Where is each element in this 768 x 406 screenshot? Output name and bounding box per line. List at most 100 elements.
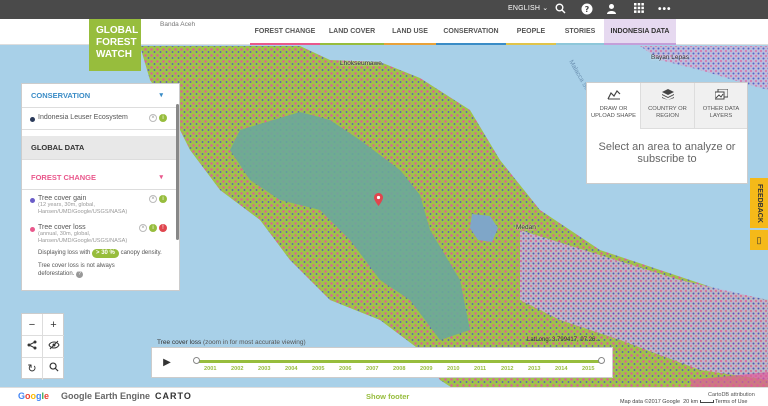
timeline-title: Tree cover loss (zoom in for most accura… [157, 339, 306, 346]
analysis-panel: DRAW OR UPLOAD SHAPE COUNTRY OR REGION O… [586, 82, 748, 184]
layers-icon [641, 88, 694, 106]
timeline-year[interactable]: 2009 [420, 366, 432, 372]
timeline-year[interactable]: 2001 [204, 366, 216, 372]
analysis-message: Select an area to analyze or subscribe t… [598, 141, 736, 165]
info-icon[interactable]: i [149, 224, 157, 232]
panel-scrollbar[interactable] [176, 104, 179, 240]
nav-label: LAND USE [392, 28, 428, 35]
nav-label: PEOPLE [516, 28, 546, 35]
draw-shape-icon [587, 88, 640, 106]
nav-conservation[interactable]: CONSERVATION [436, 19, 506, 45]
scale-bar [699, 400, 714, 404]
timeline-year[interactable]: 2008 [393, 366, 405, 372]
timeline-years: 2001 2002 2003 2004 2005 2006 2007 2008 2009 2010… [196, 366, 602, 376]
timeline-year[interactable]: 2005 [312, 366, 324, 372]
location-pin-icon[interactable] [374, 193, 383, 206]
logo-line: FOREST [96, 37, 137, 48]
timeline-year[interactable]: 2012 [501, 366, 513, 372]
footer: Google Google Earth Engine CARTO Show fo… [0, 387, 768, 406]
map-label-medan: Medan [516, 224, 536, 231]
search-icon[interactable] [43, 358, 64, 380]
nav-land-use[interactable]: LAND USE [384, 19, 436, 45]
timeline-track[interactable] [196, 360, 602, 363]
layer-leuser[interactable]: Indonesia Leuser Ecosystem × i [22, 108, 179, 130]
feedback-button[interactable]: FEEDBACK [750, 178, 768, 228]
info-icon[interactable]: i [159, 114, 167, 122]
timeline-end-handle[interactable] [598, 357, 605, 364]
search-icon[interactable] [554, 3, 567, 16]
google-logo: Google [18, 391, 50, 401]
map-label-bayan-lepas: Bayan Lepas [651, 54, 689, 61]
timeline-start-handle[interactable] [193, 357, 200, 364]
terms-link[interactable]: Terms of Use [715, 399, 747, 405]
zoom-out-button[interactable]: − [22, 314, 43, 336]
timeline-year[interactable]: 2002 [231, 366, 243, 372]
timeline-year[interactable]: 2015 [582, 366, 594, 372]
info-icon[interactable]: i [159, 195, 167, 203]
gfw-logo[interactable]: GLOBAL FOREST WATCH [89, 19, 141, 71]
layers-panel: CONSERVATION ▾ Indonesia Leuser Ecosyste… [21, 83, 180, 291]
nav-land-cover[interactable]: LAND COVER [320, 19, 384, 45]
tab-draw-shape[interactable]: DRAW OR UPLOAD SHAPE [587, 83, 641, 129]
chevron-down-icon: ▾ [159, 174, 163, 181]
language-selector[interactable]: ENGLISH ⌄ [508, 4, 548, 12]
nav-people[interactable]: PEOPLE [506, 19, 556, 45]
reset-icon[interactable]: ↻ [22, 358, 43, 380]
timeline-year[interactable]: 2013 [528, 366, 540, 372]
layer-tree-cover-gain[interactable]: Tree cover gain (12 years, 30m, global, … [22, 190, 179, 219]
user-icon[interactable] [605, 3, 618, 16]
timeline-year[interactable]: 2003 [258, 366, 270, 372]
book-icon[interactable]: ▯ [750, 230, 768, 250]
attribution-text: Map data ©2017 Google [620, 399, 681, 405]
logo-line: GLOBAL [96, 25, 139, 36]
timeline-year[interactable]: 2014 [555, 366, 567, 372]
nav-forest-change[interactable]: FOREST CHANGE [250, 19, 320, 45]
alert-icon[interactable]: ! [159, 224, 167, 232]
show-footer-label: Show footer [366, 392, 410, 401]
timeline: ▶ 2001 2002 2003 2004 2005 2006 2007 2008 2009 20… [151, 347, 613, 378]
hide-eye-icon[interactable] [43, 336, 64, 358]
forest-change-title: FOREST CHANGE [31, 173, 97, 182]
nav-underline [604, 43, 676, 45]
share-icon[interactable] [22, 336, 43, 358]
timeline-layer-name: Tree cover loss [157, 339, 202, 346]
nav-stories[interactable]: STORIES [556, 19, 604, 45]
layer-tree-cover-loss[interactable]: Tree cover loss (annual, 30m, global, Ha… [22, 219, 179, 281]
zoom-in-button[interactable]: + [43, 314, 64, 336]
close-icon[interactable]: × [149, 114, 157, 122]
more-icon[interactable]: ••• [658, 3, 671, 16]
cartodb-attribution[interactable]: CartoDB attribution [708, 392, 755, 398]
loss-note: Tree cover loss is not always deforestat… [38, 262, 170, 278]
nav-label: FOREST CHANGE [254, 28, 316, 35]
timeline-year[interactable]: 2011 [474, 366, 486, 372]
nav-underline [250, 43, 320, 45]
scale-label: 20 km [683, 399, 699, 405]
help-icon[interactable]: ? [580, 3, 593, 16]
data-layers-icon [695, 88, 747, 106]
canopy-density-selector[interactable]: > 30 % [92, 249, 119, 258]
timeline-year[interactable]: 2004 [285, 366, 297, 372]
timeline-year[interactable]: 2010 [447, 366, 459, 372]
apps-icon[interactable] [632, 3, 645, 16]
nav-indonesia-data[interactable]: INDONESIA DATA [604, 19, 676, 45]
tab-label: COUNTRY OR REGION [648, 106, 687, 119]
tab-other-data-layers[interactable]: OTHER DATA LAYERS [695, 83, 747, 129]
conservation-header[interactable]: CONSERVATION ▾ [22, 84, 179, 108]
latlng-readout: LatLong: 3.799417, 97.26... [527, 337, 601, 343]
nav-label: LAND COVER [328, 28, 376, 35]
help-icon[interactable]: ? [76, 271, 84, 278]
play-button[interactable]: ▶ [160, 356, 174, 370]
show-footer-button[interactable]: Show footer [366, 392, 409, 401]
close-icon[interactable]: × [149, 195, 157, 203]
tab-country-region[interactable]: COUNTRY OR REGION [641, 83, 695, 129]
forest-change-header[interactable]: FOREST CHANGE ▾ [22, 166, 179, 190]
layer-color-dot [30, 227, 35, 232]
layer-color-dot [30, 117, 35, 122]
global-data-title: GLOBAL DATA [31, 143, 85, 152]
timeline-year[interactable]: 2007 [366, 366, 378, 372]
nav-underline [506, 43, 556, 45]
close-icon[interactable]: × [139, 224, 147, 232]
global-data-header[interactable]: GLOBAL DATA [22, 136, 179, 160]
canopy-prefix: Displaying loss with [38, 250, 91, 256]
timeline-year[interactable]: 2006 [339, 366, 351, 372]
